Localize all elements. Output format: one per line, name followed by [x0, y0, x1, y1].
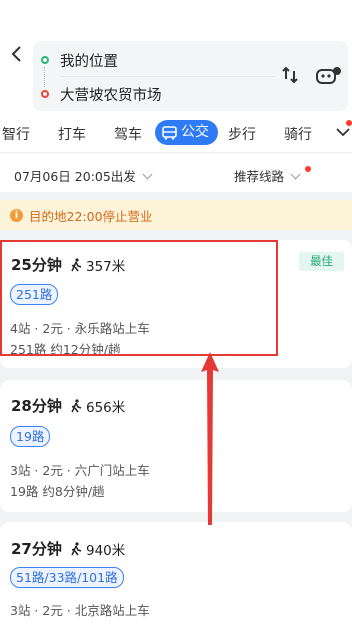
route-summary: 3站 · 2元 · 六广门站上车 — [10, 463, 150, 478]
end-location-field[interactable]: 大营坡农贸市场 — [60, 84, 162, 105]
route-connector — [44, 67, 45, 87]
field-divider — [60, 76, 275, 77]
annotation-arrow — [201, 352, 219, 525]
tab-smart[interactable]: 智行 — [2, 124, 30, 144]
start-dot-icon — [41, 56, 49, 64]
depart-time-label: 07月06日 20:05出发 — [14, 169, 136, 184]
sort-label: 推荐线路 — [234, 169, 285, 184]
tab-bus[interactable]: 公交 — [155, 120, 218, 145]
tab-drive[interactable]: 驾车 — [114, 124, 142, 144]
route-frequency: 19路 约8分钟/趟 — [10, 484, 105, 499]
bus-icon — [162, 125, 177, 140]
walk-distance-value: 940米 — [86, 543, 126, 559]
route-card[interactable]: 28分钟 656米 19路 3站 · 2元 · 六广门站上车 19路 约8分钟/… — [0, 380, 352, 512]
route-duration: 27分钟 — [11, 540, 62, 558]
bus-line-tag: 51路/33路/101路 — [10, 567, 124, 588]
filter-bar: 07月06日 20:05出发 推荐线路 — [0, 152, 352, 192]
swap-icon[interactable] — [279, 65, 301, 87]
tab-bus-label: 公交 — [181, 124, 209, 140]
tab-walk[interactable]: 步行 — [228, 124, 256, 144]
walk-icon — [71, 399, 82, 413]
notification-dot — [305, 166, 311, 172]
walk-distance: 656米 — [70, 396, 125, 416]
chevron-down-icon[interactable] — [335, 125, 351, 139]
info-icon: i — [10, 208, 23, 222]
tab-taxi[interactable]: 打车 — [58, 124, 86, 144]
route-input-box: 我的位置 大营坡农贸市场 — [33, 41, 348, 111]
route-card[interactable]: 27分钟 940米 51路/33路/101路 3站 · 2元 · 北京路站上车 — [0, 522, 352, 625]
walk-distance-value: 656米 — [86, 400, 126, 416]
travel-mode-tabs: 智行 打车 驾车 公交 步行 骑行 — [0, 118, 352, 150]
closing-notice: i 目的地22:00停止营业 — [0, 200, 352, 230]
best-badge: 最佳 — [299, 252, 344, 271]
start-location-field[interactable]: 我的位置 — [60, 50, 118, 71]
chevron-down-icon — [142, 169, 153, 180]
back-arrow-icon[interactable] — [6, 44, 26, 68]
walk-icon — [71, 542, 82, 556]
route-summary: 3站 · 2元 · 北京路站上车 — [10, 603, 150, 618]
tab-ride[interactable]: 骑行 — [284, 124, 312, 144]
bus-line-tag: 19路 — [10, 426, 51, 447]
end-dot-icon — [41, 90, 49, 98]
walk-distance: 940米 — [70, 539, 125, 559]
transit-route-page: 我的位置 大营坡农贸市场 智行 打车 驾车 公交 步行 骑行 07月06日 20… — [0, 0, 352, 625]
route-header: 我的位置 大营坡农贸市场 智行 打车 驾车 公交 步行 骑行 — [0, 0, 352, 152]
highlight-box — [0, 240, 278, 356]
route-duration: 28分钟 — [11, 397, 62, 415]
chevron-down-icon — [290, 169, 301, 180]
sort-selector[interactable]: 推荐线路 — [234, 166, 301, 185]
depart-time-selector[interactable]: 07月06日 20:05出发 — [14, 166, 153, 185]
notice-text: 目的地22:00停止营业 — [29, 208, 153, 224]
robot-assistant-icon[interactable] — [315, 65, 343, 87]
